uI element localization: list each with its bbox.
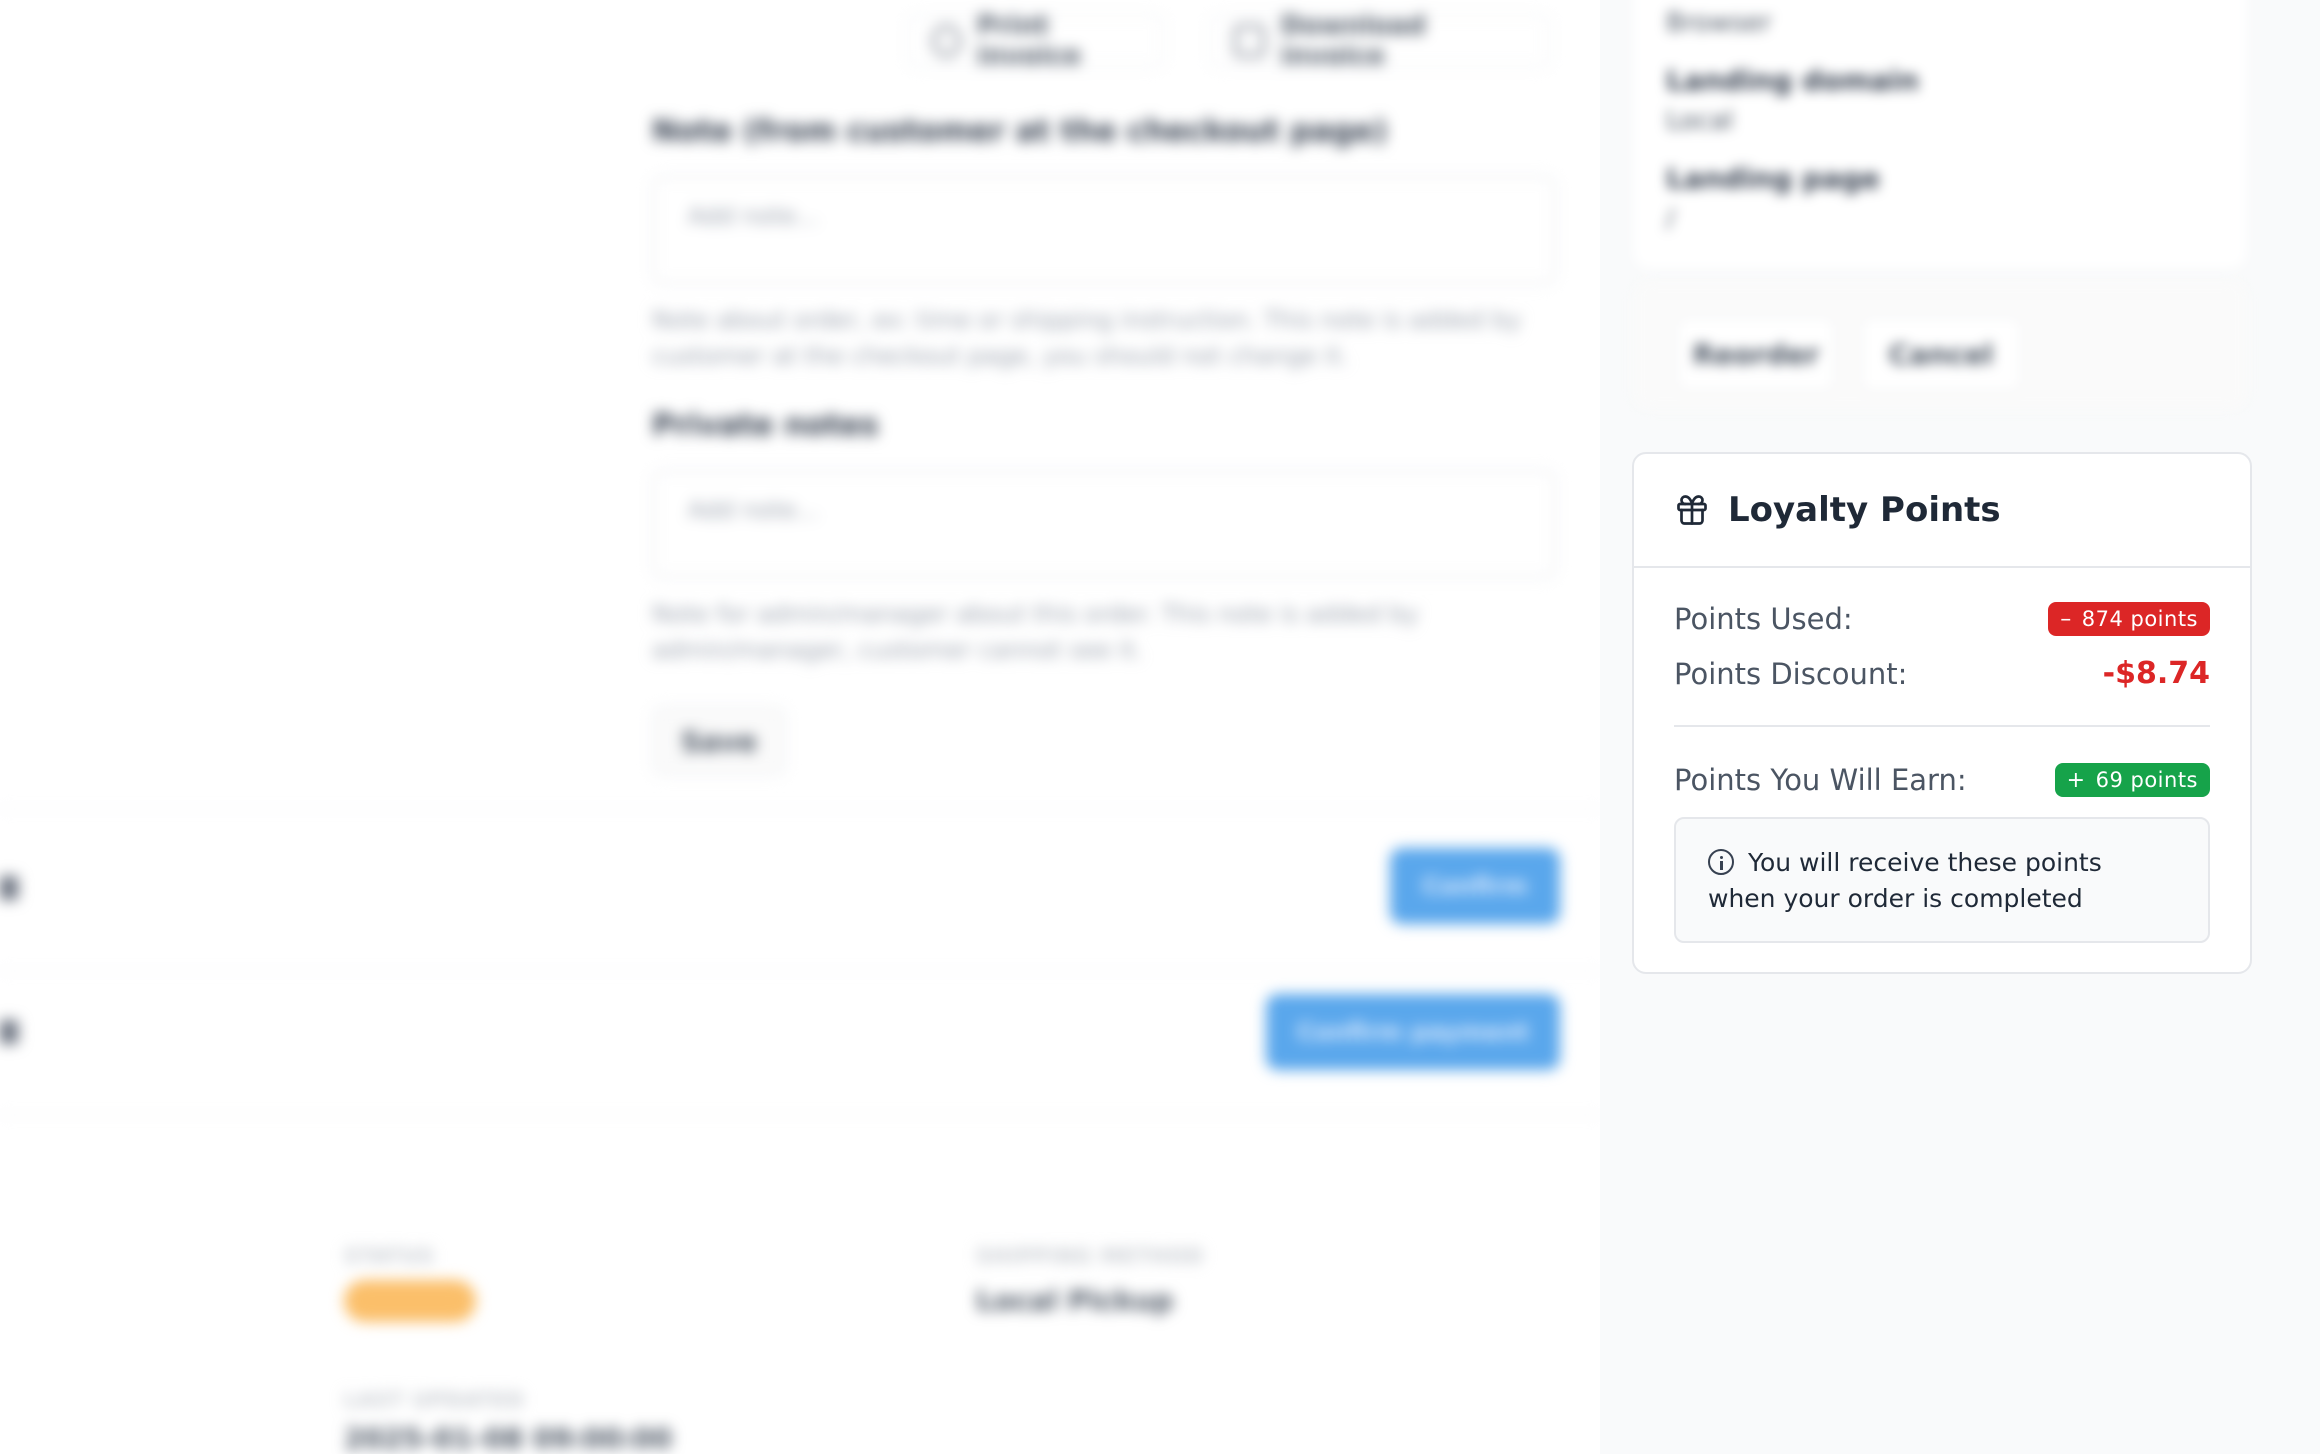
last-updated-value: 2025-01-08 09:00:00 — [344, 1422, 673, 1454]
reorder-button[interactable]: Reorder — [1676, 316, 1836, 392]
points-earn-badge: + 69 points — [2054, 763, 2210, 797]
loyalty-card-title: Loyalty Points — [1728, 490, 2001, 530]
loyalty-card-body: Points Used: – 874 points Points Discoun… — [1634, 602, 2250, 943]
order-actions-card: Reorder Cancel — [1634, 282, 2246, 408]
loyalty-card-header: Loyalty Points — [1634, 454, 2250, 568]
confirm-button[interactable]: Confirm — [1390, 848, 1560, 924]
printer-icon — [932, 25, 961, 57]
minus-icon: – — [2060, 606, 2072, 632]
points-used-row: Points Used: – 874 points — [1674, 602, 2210, 636]
last-updated-label: LAST UPDATED — [344, 1388, 525, 1412]
customer-note-input[interactable]: Add note... — [652, 176, 1556, 284]
points-discount-label: Points Discount: — [1674, 656, 1908, 691]
save-notes-button[interactable]: Save — [652, 706, 786, 776]
confirm-payment-button[interactable]: Confirm payment — [1266, 994, 1560, 1070]
order-meta-blurred: Browser Landing domain Local Landing pag… — [1600, 0, 2320, 420]
private-note-label: Private notes — [652, 408, 879, 443]
points-earn-label: Points You Will Earn: — [1674, 763, 1967, 797]
truncated-text — [0, 876, 18, 900]
shipping-method-value: Local Pickup — [976, 1284, 1174, 1317]
info-icon — [1708, 849, 1734, 875]
points-used-label: Points Used: — [1674, 602, 1853, 636]
customer-note-label: Note (from customer at the checkout page… — [652, 114, 1388, 149]
customer-note-help: Note about order, ex: time or shipping i… — [652, 306, 1522, 370]
order-detail-page: Print invoice Download invoice Note (fro… — [0, 0, 2320, 1454]
truncated-text — [0, 1020, 18, 1044]
download-icon — [1234, 25, 1265, 57]
browser-value: Browser — [1666, 8, 1772, 38]
print-invoice-button[interactable]: Print invoice — [908, 11, 1164, 71]
section-divider — [0, 808, 1600, 810]
points-earn-notice: You will receive these points when your … — [1674, 817, 2210, 943]
points-discount-value: -$8.74 — [2102, 656, 2210, 691]
landing-domain-value: Local — [1666, 106, 1734, 136]
points-earn-notice-text: You will receive these points when your … — [1708, 848, 2102, 913]
print-invoice-label: Print invoice — [976, 11, 1082, 71]
private-note-help: Note for admin/manager about this order.… — [652, 600, 1419, 664]
cancel-order-button[interactable]: Cancel — [1860, 316, 2022, 392]
points-discount-row: Points Discount: -$8.74 — [1674, 656, 2210, 691]
loyalty-divider — [1674, 725, 2210, 727]
landing-page-value: / — [1666, 204, 1675, 234]
shipping-method-label: SHIPPING METHOD — [976, 1244, 1205, 1268]
order-detail-main-blurred: Print invoice Download invoice Note (fro… — [0, 0, 1600, 1454]
private-note-input[interactable]: Add note... — [652, 470, 1556, 578]
download-invoice-button[interactable]: Download invoice — [1210, 11, 1550, 71]
points-earn-row: Points You Will Earn: + 69 points — [1674, 763, 2210, 797]
section-divider — [0, 1114, 1600, 1116]
gift-icon — [1677, 495, 1707, 525]
section-divider — [0, 970, 1600, 972]
points-earn-value: 69 points — [2095, 768, 2198, 792]
points-used-value: 874 points — [2081, 607, 2198, 631]
points-used-badge: – 874 points — [2048, 602, 2210, 636]
landing-page-label: Landing page — [1666, 162, 1881, 195]
status-label: STATUS — [344, 1244, 435, 1268]
download-invoice-label: Download invoice — [1280, 11, 1426, 71]
landing-domain-label: Landing domain — [1666, 64, 1919, 97]
loyalty-points-card: Loyalty Points Points Used: – 874 points… — [1632, 452, 2252, 974]
status-badge — [344, 1280, 476, 1322]
plus-icon: + — [2066, 767, 2086, 793]
